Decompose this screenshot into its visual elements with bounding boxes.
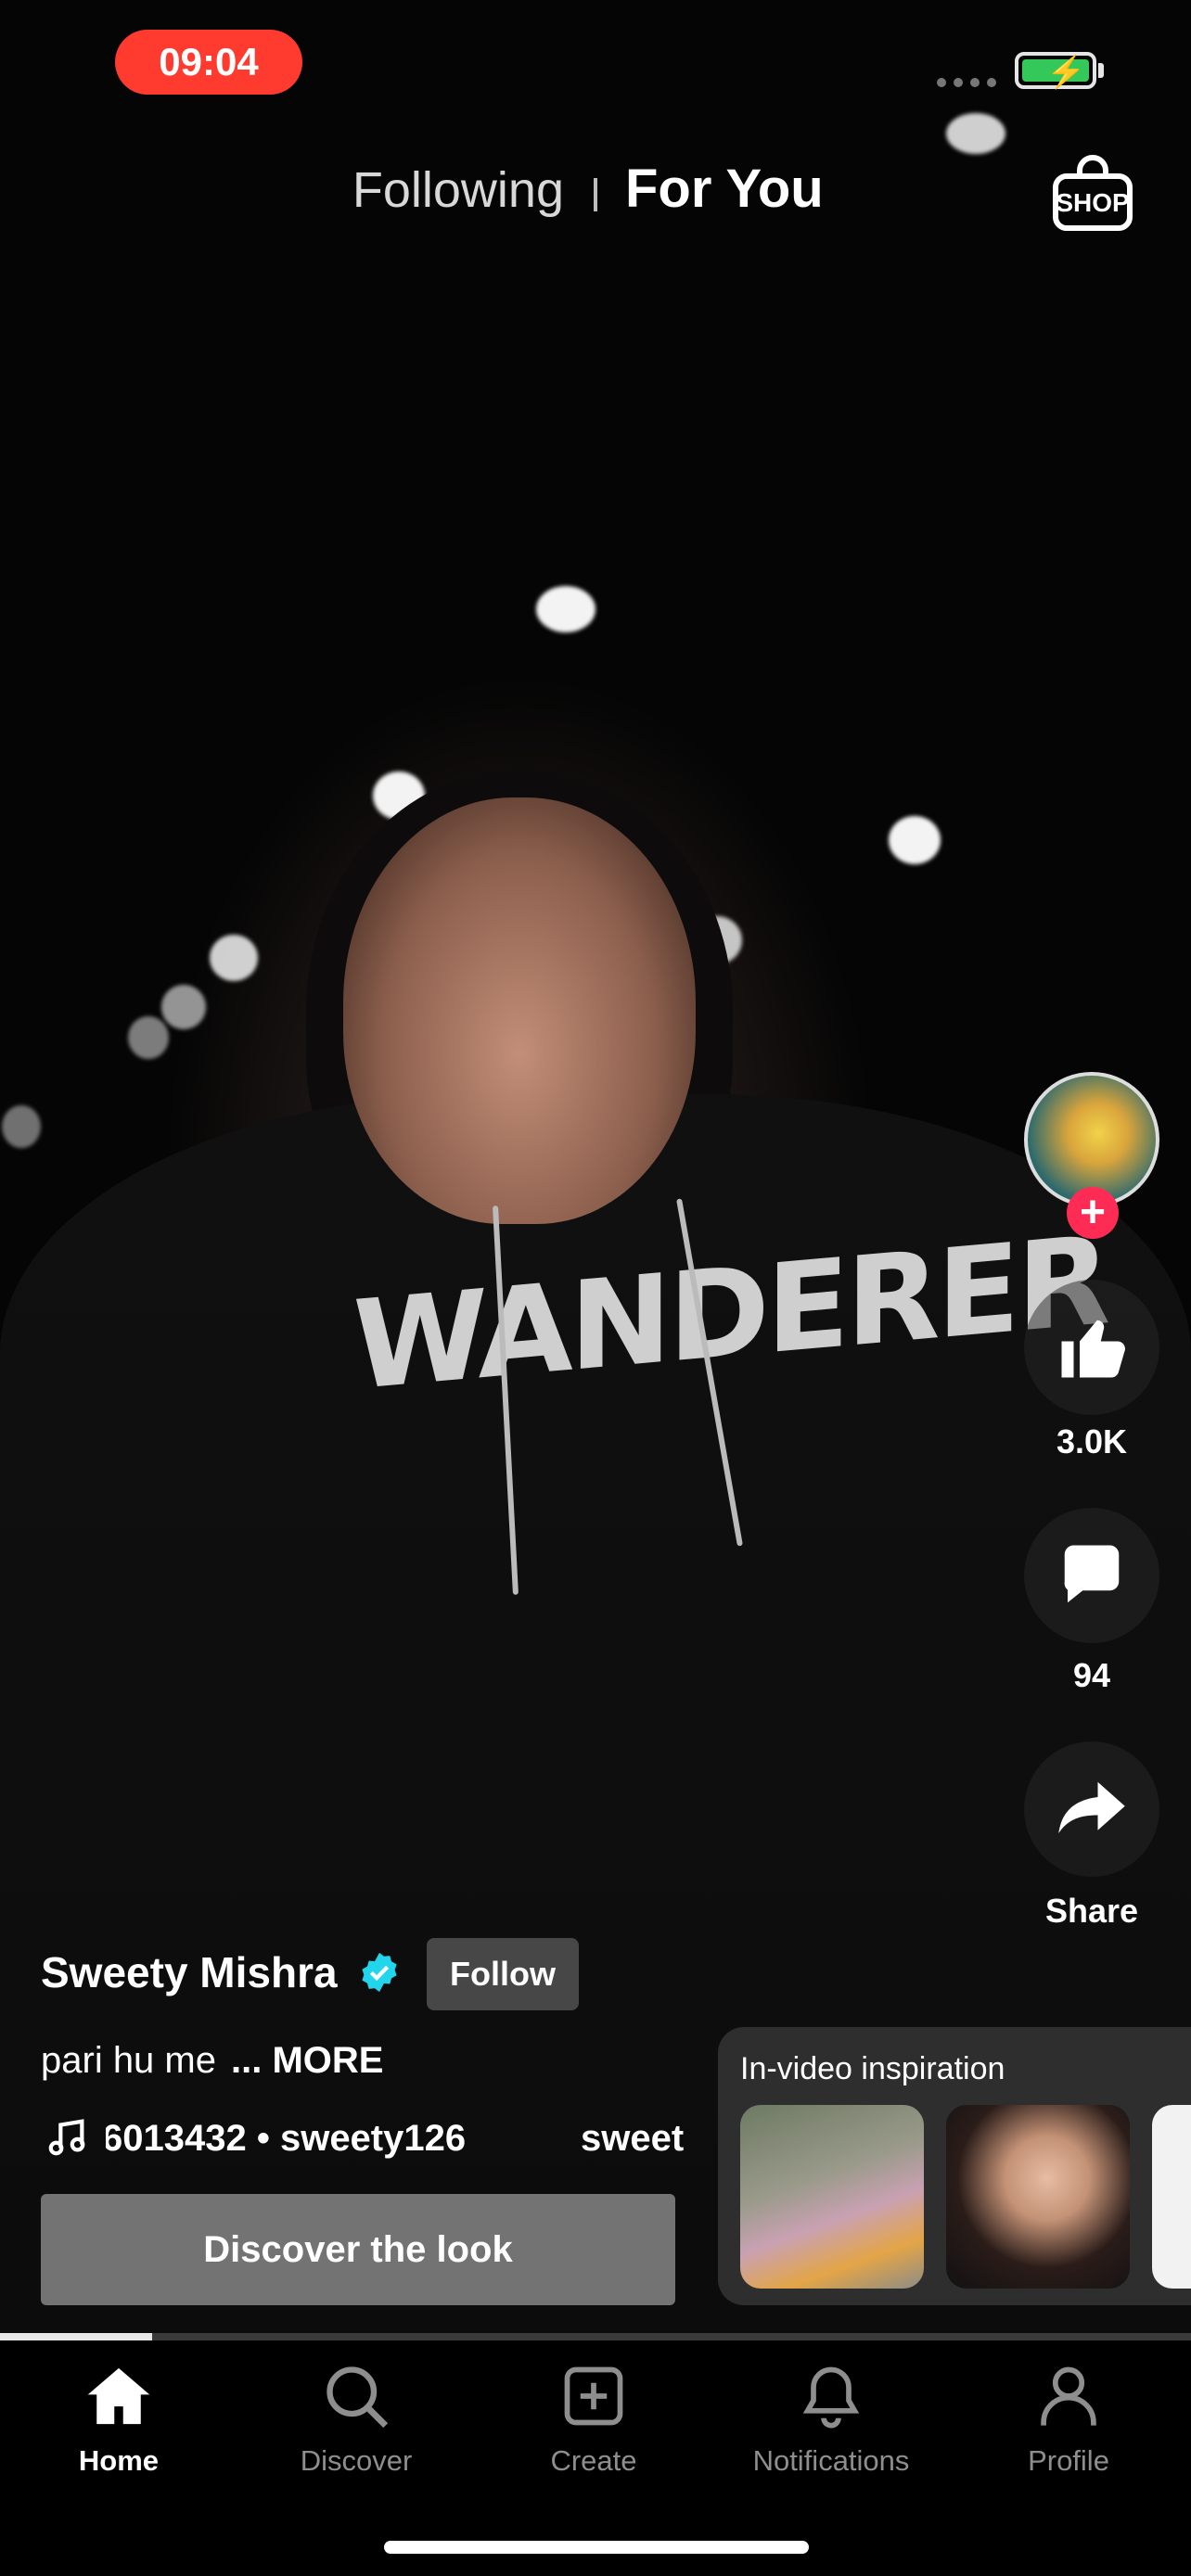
status-time: 09:04 [115,30,302,95]
tab-label: Discover [300,2444,413,2477]
tab-label: Home [78,2444,160,2477]
creator-username[interactable]: Sweety Mishra [41,1947,338,1997]
inspiration-thumbnail[interactable] [1152,2105,1191,2289]
tab-notifications[interactable]: Notifications [712,2361,950,2478]
like-count: 3.0K [1056,1422,1128,1460]
person-face [343,797,696,1224]
tab-create[interactable]: Create [475,2361,712,2478]
music-track[interactable]: 6013432 • sweety126 sweet [106,2116,690,2168]
comment-count: 94 [1072,1656,1111,1694]
bell-icon [802,2366,860,2429]
follow-button[interactable]: Follow [427,1938,579,2010]
tab-label: Create [550,2444,637,2477]
inspiration-thumbnail[interactable] [946,2105,1130,2289]
caption-text: pari hu me [41,2040,216,2081]
bokeh-light [128,1016,169,1059]
inspiration-title: In-video inspiration [740,2051,1005,2086]
battery-tip [1098,63,1104,78]
tab-profile[interactable]: Profile [950,2361,1187,2478]
share-button[interactable] [1024,1741,1159,1877]
plus-square-icon [564,2366,623,2426]
video-progress-fill [0,2333,153,2340]
search-icon [327,2366,389,2429]
bokeh-light [536,586,596,632]
tab-divider [594,178,597,211]
tab-following[interactable]: Following [352,161,564,219]
verified-badge-icon [362,1952,397,1993]
music-track-text: 6013432 • sweety126 [106,2118,467,2159]
charging-bolt-icon: ⚡ [1046,55,1086,90]
tab-discover[interactable]: Discover [237,2361,475,2478]
like-button[interactable] [1024,1280,1159,1415]
follow-plus-icon[interactable]: + [1067,1187,1119,1239]
music-note-icon [48,2119,85,2156]
person-icon [1041,2366,1096,2426]
tab-label: Profile [1028,2444,1109,2477]
comment-button[interactable] [1024,1508,1159,1643]
comment-icon [1064,1545,1120,1603]
tab-for-you[interactable]: For You [625,158,824,220]
feed-tabs: Following For You [0,158,1191,232]
bokeh-light [2,1105,41,1148]
inspiration-thumbnail[interactable] [740,2105,924,2289]
bokeh-light [161,985,206,1029]
more-link[interactable]: ... MORE [231,2040,383,2081]
in-video-inspiration-card[interactable]: In-video inspiration [718,2027,1191,2305]
battery-icon: ⚡ [1015,52,1096,90]
discover-the-look-button[interactable]: Discover the look [41,2194,675,2305]
share-arrow-icon [1058,1781,1125,1833]
music-track-text-next: sweet [581,2118,685,2159]
share-label: Share [1044,1892,1139,1930]
tab-label: Notifications [752,2444,910,2477]
shopping-bag-icon[interactable]: SHOP [1048,148,1137,237]
signal-dots-icon [937,78,996,87]
bokeh-light [946,113,1005,154]
bokeh-light [889,816,941,864]
svg-text:SHOP: SHOP [1056,188,1129,217]
video-caption[interactable]: pari hu me ... MORE [41,2040,383,2082]
tab-home[interactable]: Home [0,2361,237,2478]
bokeh-light [210,935,258,981]
thumbs-up-icon [1061,1320,1125,1378]
home-icon [87,2367,150,2425]
home-indicator [384,2541,809,2554]
video-progress-bar[interactable] [0,2333,1191,2340]
